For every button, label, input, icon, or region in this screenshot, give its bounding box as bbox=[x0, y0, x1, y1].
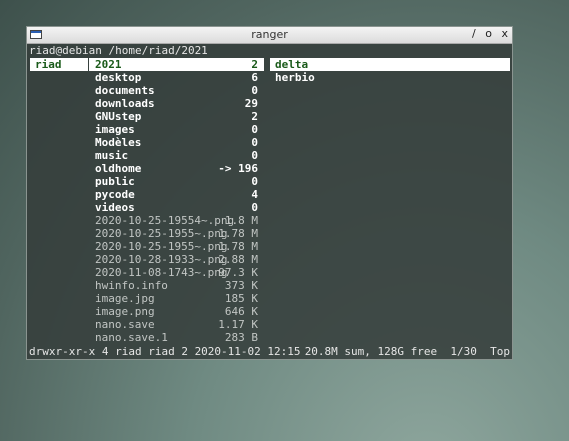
close-button[interactable]: x bbox=[501, 27, 508, 40]
entry-size: 0 bbox=[251, 175, 258, 188]
entry-size: 185 K bbox=[224, 292, 258, 305]
file-row[interactable]: 2020-10-25-1955~.png 1.78 M bbox=[89, 227, 264, 240]
entry-size: 0 bbox=[251, 201, 258, 214]
entry-name: oldhome bbox=[95, 162, 142, 175]
entry-size: 0 bbox=[251, 136, 258, 149]
directory-row[interactable]: 2021 2 bbox=[89, 58, 264, 71]
entry-name: videos bbox=[95, 201, 135, 214]
directory-row[interactable]: music 0 bbox=[89, 149, 264, 162]
file-row[interactable]: 2020-10-25-1955~.png 1.78 M bbox=[89, 240, 264, 253]
entry-name: downloads bbox=[95, 97, 155, 110]
entry-size: 0 bbox=[251, 84, 258, 97]
entry-size: 646 K bbox=[224, 305, 258, 318]
entry-name: 2020-10-25-1955~.png bbox=[95, 227, 228, 240]
preview-entry[interactable]: herbio bbox=[270, 71, 510, 84]
entry-size: -> 196 bbox=[218, 162, 258, 175]
entry-size: 97.3 K bbox=[218, 266, 258, 279]
entry-size: 2.88 M bbox=[218, 253, 258, 266]
directory-row[interactable]: Modèles 0 bbox=[89, 136, 264, 149]
entry-size: 0 bbox=[251, 149, 258, 162]
directory-row[interactable]: desktop 6 bbox=[89, 71, 264, 84]
preview-entry-name: delta bbox=[275, 58, 309, 71]
entry-name: image.jpg bbox=[95, 292, 155, 305]
directory-row[interactable]: GNUstep 2 bbox=[89, 110, 264, 123]
entry-size: 1.78 M bbox=[218, 240, 258, 253]
entry-name: pycode bbox=[95, 188, 135, 201]
entry-name: nano.save bbox=[95, 318, 155, 331]
entry-size: 2 bbox=[251, 58, 258, 71]
maximize-button[interactable]: o bbox=[485, 27, 492, 40]
entry-name: 2021 bbox=[95, 58, 122, 71]
directory-row[interactable]: public 0 bbox=[89, 175, 264, 188]
preview-entry-name: herbio bbox=[275, 71, 315, 84]
entry-name: nano.save.1 bbox=[95, 331, 168, 344]
status-summary: 20.8M sum, 128G free 1/30 Top bbox=[304, 345, 510, 358]
parent-column-selected[interactable]: riad bbox=[30, 58, 88, 71]
directory-row[interactable]: oldhome -> 196 bbox=[89, 162, 264, 175]
minimize-button[interactable]: / bbox=[472, 27, 476, 40]
file-row[interactable]: nano.save 1.17 K bbox=[89, 318, 264, 331]
status-permissions: drwxr-xr-x 4 riad riad 2 2020-11-02 12:1… bbox=[29, 345, 301, 358]
entry-size: 4 bbox=[251, 188, 258, 201]
file-list-column: 2021 2 desktop 6 documents 0 downloads 29 GNUste… bbox=[89, 58, 264, 344]
entry-size: 29 bbox=[244, 97, 258, 110]
entry-name: documents bbox=[95, 84, 155, 97]
directory-row[interactable]: images 0 bbox=[89, 123, 264, 136]
entry-name: music bbox=[95, 149, 129, 162]
window-controls: / o x bbox=[466, 27, 508, 40]
entry-size: 6 bbox=[251, 71, 258, 84]
entry-name: desktop bbox=[95, 71, 142, 84]
entry-name: Modèles bbox=[95, 136, 142, 149]
file-row[interactable]: hwinfo.info 373 K bbox=[89, 279, 264, 292]
file-row[interactable]: image.jpg 185 K bbox=[89, 292, 264, 305]
file-row[interactable]: 2020-10-28-1933~.png 2.88 M bbox=[89, 253, 264, 266]
entry-name: public bbox=[95, 175, 135, 188]
entry-size: 1.8 M bbox=[224, 214, 258, 227]
entry-size: 1.17 K bbox=[218, 318, 258, 331]
window-title: ranger bbox=[251, 28, 288, 41]
ranger-window: ranger / o x riad@debian /home/riad/2021… bbox=[27, 27, 512, 359]
entry-name: image.png bbox=[95, 305, 155, 318]
entry-size: 373 K bbox=[224, 279, 258, 292]
entry-size: 1.78 M bbox=[218, 227, 258, 240]
entry-name: 2020-10-25-1955~.png bbox=[95, 240, 228, 253]
directory-row[interactable]: downloads 29 bbox=[89, 97, 264, 110]
current-path: riad@debian /home/riad/2021 bbox=[29, 44, 208, 57]
entry-name: 2020-10-25-19554~.png bbox=[95, 214, 235, 227]
preview-column: delta herbio bbox=[270, 58, 510, 84]
entry-size: 283 B bbox=[224, 331, 258, 344]
entry-size: 0 bbox=[251, 123, 258, 136]
entry-name: hwinfo.info bbox=[95, 279, 168, 292]
file-row[interactable]: image.png 646 K bbox=[89, 305, 264, 318]
entry-name: 2020-11-08-1743~.png bbox=[95, 266, 228, 279]
preview-entry[interactable]: delta bbox=[270, 58, 510, 71]
title-bar[interactable]: ranger / o x bbox=[27, 27, 512, 44]
entry-name: GNUstep bbox=[95, 110, 142, 123]
directory-row[interactable]: pycode 4 bbox=[89, 188, 264, 201]
entry-size: 2 bbox=[251, 110, 258, 123]
file-row[interactable]: 2020-10-25-19554~.png 1.8 M bbox=[89, 214, 264, 227]
parent-dir-label: riad bbox=[35, 58, 62, 71]
file-row[interactable]: nano.save.1 283 B bbox=[89, 331, 264, 344]
file-row[interactable]: 2020-11-08-1743~.png 97.3 K bbox=[89, 266, 264, 279]
directory-row[interactable]: videos 0 bbox=[89, 201, 264, 214]
entry-name: images bbox=[95, 123, 135, 136]
directory-row[interactable]: documents 0 bbox=[89, 84, 264, 97]
entry-name: 2020-10-28-1933~.png bbox=[95, 253, 228, 266]
